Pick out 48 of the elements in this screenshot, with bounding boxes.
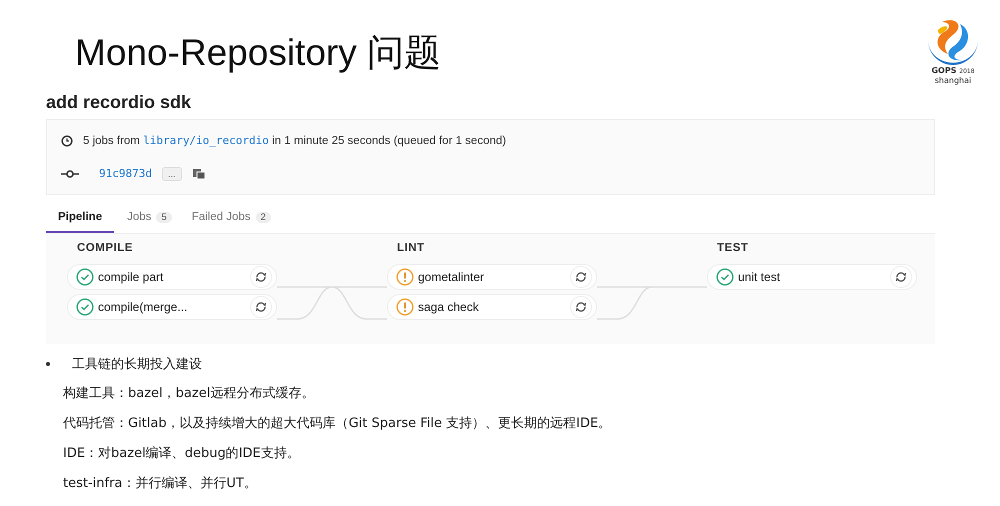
tab[interactable]: Jobs 5 bbox=[120, 207, 179, 233]
job-pill[interactable]: compile(merge... bbox=[67, 294, 277, 320]
warning-circle-icon bbox=[396, 268, 414, 286]
retry-icon bbox=[895, 271, 907, 283]
job-pill[interactable]: saga check bbox=[387, 294, 597, 320]
retry-button[interactable] bbox=[250, 296, 272, 318]
slide-title: Mono-Repository 问题 bbox=[75, 31, 442, 75]
retry-icon bbox=[255, 271, 267, 283]
check-circle-icon bbox=[76, 298, 94, 316]
stage-heading: COMPILE bbox=[77, 242, 134, 256]
check-circle-icon bbox=[716, 268, 734, 286]
logo-city-text: shanghai bbox=[934, 76, 972, 85]
warning-circle-icon bbox=[396, 298, 414, 316]
pipeline-title: add recordio sdk bbox=[46, 92, 192, 114]
count-badge: 5 bbox=[156, 212, 172, 222]
commit-icon bbox=[61, 170, 79, 178]
bullet-icon bbox=[46, 362, 50, 366]
job-name: compile(merge... bbox=[98, 300, 188, 314]
tab[interactable]: Failed Jobs 2 bbox=[184, 207, 278, 233]
commit-link[interactable]: 91c9873d bbox=[99, 167, 152, 180]
retry-button[interactable] bbox=[250, 266, 272, 288]
stage-heading: TEST bbox=[717, 242, 750, 256]
job-pill[interactable]: gometalinter bbox=[387, 264, 597, 290]
retry-button[interactable] bbox=[570, 266, 592, 288]
bullet-subtext: 代码托管：Gitlab，以及持续增大的超大代码库（Git Sparse File 支持）、更长期的远程IDE。 bbox=[62, 415, 612, 433]
clock-icon bbox=[61, 134, 73, 146]
job-name: unit test bbox=[738, 270, 782, 284]
count-badge: 2 bbox=[256, 212, 271, 222]
copy-icon[interactable] bbox=[192, 168, 206, 180]
retry-button[interactable] bbox=[570, 296, 592, 318]
job-pill[interactable]: unit test bbox=[707, 264, 917, 290]
bullet-subtext: 构建工具：bazel，bazel远程分布式缓存。 bbox=[62, 385, 316, 403]
bullet-subtext: test-infra：并行编译、并行UT。 bbox=[62, 475, 258, 493]
job-name: gometalinter bbox=[418, 270, 486, 284]
branch-link[interactable]: library/io_recordio bbox=[143, 134, 269, 147]
check-circle-icon bbox=[76, 268, 94, 286]
bullet-subtext: IDE：对bazel编译、debug的IDE支持。 bbox=[62, 445, 301, 463]
retry-icon bbox=[575, 301, 587, 313]
summary-text: 5 jobs from library/io_recordio in 1 minute 25 seconds (queued for 1 second) bbox=[83, 134, 506, 147]
retry-icon bbox=[255, 301, 267, 313]
job-name: saga check bbox=[418, 300, 480, 314]
retry-button[interactable] bbox=[890, 266, 912, 288]
bullet-text: 工具链的长期投入建设 bbox=[72, 356, 202, 373]
job-name: compile part bbox=[98, 270, 164, 284]
job-pill[interactable]: compile part bbox=[67, 264, 277, 290]
retry-icon bbox=[575, 271, 587, 283]
stage-heading: LINT bbox=[397, 242, 426, 256]
expand-button[interactable]: ... bbox=[162, 166, 182, 180]
